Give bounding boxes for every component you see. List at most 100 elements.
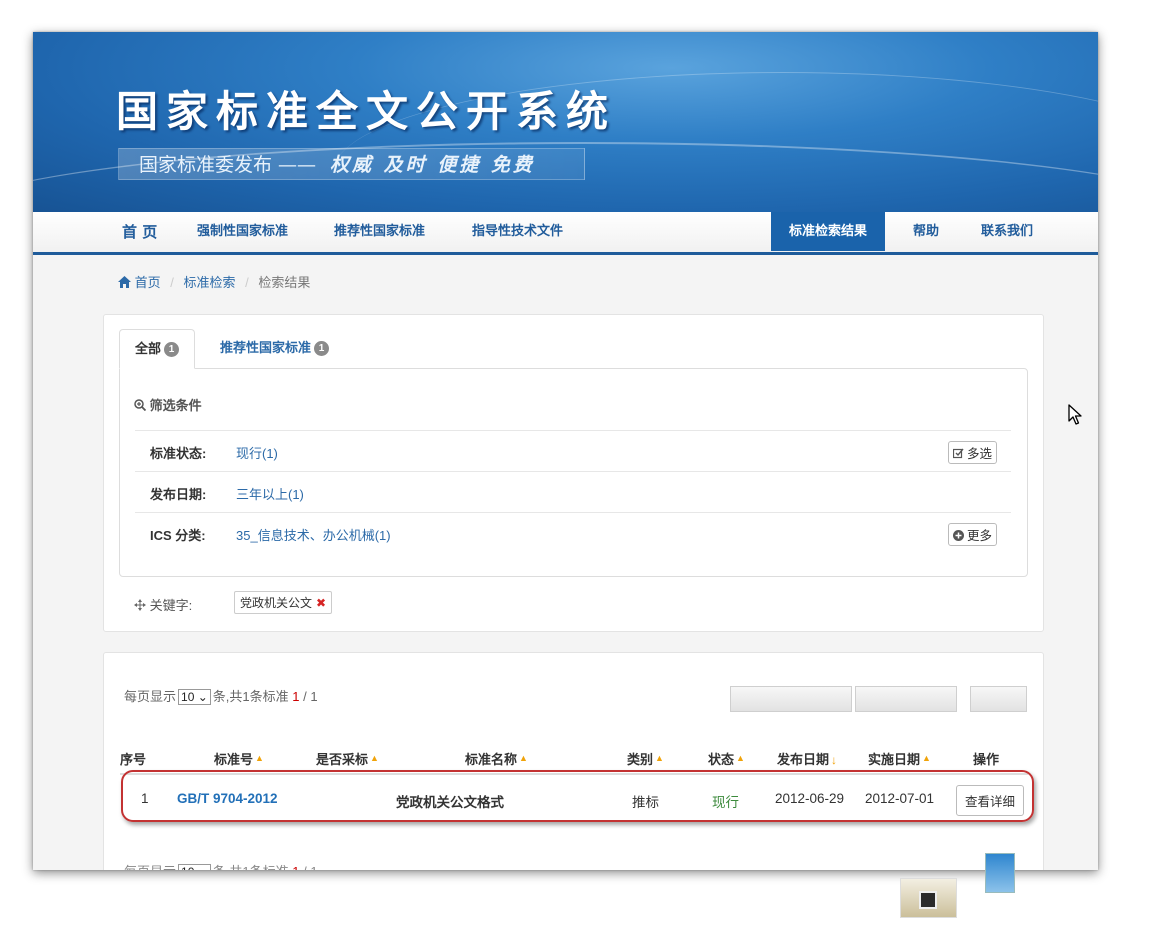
keyword-label-text: 关键字: [149,598,193,613]
filter-panel: 全部 1 推荐性国家标准 1 筛选条件 标准状态: 现行(1) 多选 发布日期:… [103,314,1044,632]
th-name-label: 标准名称 [465,752,518,767]
th-status[interactable]: 状态 ▲ [708,749,745,768]
th-status-label: 状态 [708,752,735,767]
filter-value-over-three-years[interactable]: 三年以上(1) [236,484,304,503]
thumbnail-frame [855,686,957,712]
per-page-value: 10 [181,690,195,704]
tab-recommended-count: 1 [314,341,330,356]
th-effective-date-label: 实施日期 [868,752,921,767]
filter-title-text: 筛选条件 [149,398,202,413]
th-name[interactable]: 标准名称 ▲ [465,749,528,768]
filter-label: 发布日期: [150,487,207,502]
breadcrumb-home[interactable]: 首页 [135,275,161,290]
decorative-window [919,891,937,909]
pager-total: 1 [242,864,249,870]
filter-label: ICS 分类: [150,528,206,543]
th-category-label: 类别 [627,752,654,767]
keyword-tag: 党政机关公文 ✖ [234,591,333,614]
checkbox-edit-icon [952,447,964,461]
pager-sep: / [303,864,307,870]
pager-bottom: 每页显示10 ⌄条,共1条标准 1 / 1 [124,861,318,870]
filter-label: 标准状态: [150,446,207,461]
filter-row-ics: ICS 分类: 35_信息技术、办公机械(1) 更多 [135,512,1011,553]
per-page-select[interactable]: 10 ⌄ [178,864,211,870]
filter-row-publish-date: 发布日期: 三年以上(1) [135,471,1011,512]
tab-all-label: 全部 [135,341,162,356]
row-highlight-annotation [121,770,1034,822]
pagination-thumbnail [730,683,1027,713]
slogan-left: 国家标准委发布 —— [139,154,317,176]
filter-title: 筛选条件 [134,395,202,414]
mouse-cursor-icon [1068,404,1084,431]
tab-all[interactable]: 全部 1 [119,329,196,369]
breadcrumb: 首页 / 标准检索 / 检索结果 [118,272,310,291]
zoom-in-icon [134,398,150,413]
nav-guidance-documents[interactable]: 指导性技术文件 [472,212,563,252]
pager-mid: 条,共 [212,689,243,704]
pager-current[interactable]: 1 [292,864,299,870]
pager-prefix: 每页显示 [124,689,177,704]
th-publish-date[interactable]: 发布日期 ↓ [777,749,837,768]
multi-select-label: 多选 [966,447,992,461]
th-adopted-label: 是否采标 [316,752,369,767]
tab-recommended-label: 推荐性国家标准 [220,340,312,355]
pager-current[interactable]: 1 [292,689,299,704]
keyword-label: 关键字: [134,595,192,614]
pager-total-pages: 1 [310,864,317,870]
site-header: 国家标准全文公开系统 国家标准委发布 —— 权威 及时 便捷 免费 [33,32,1098,212]
pager-suffix: 条标准 [249,689,289,704]
filter-box: 筛选条件 标准状态: 现行(1) 多选 发布日期: 三年以上(1) ICS 分类… [119,368,1028,577]
sort-up-icon: ▲ [370,753,379,763]
pager-total-pages: 1 [310,689,318,704]
plus-circle-icon [952,529,964,543]
nav-search-results[interactable]: 标准检索结果 [771,212,886,251]
main-nav: 首 页 强制性国家标准 推荐性国家标准 指导性技术文件 标准检索结果 帮助 联系… [33,212,1098,255]
nav-home[interactable]: 首 页 [122,212,157,252]
sort-down-icon: ↓ [831,753,838,767]
multi-select-button[interactable]: 多选 [947,441,997,464]
th-code[interactable]: 标准号 ▲ [214,749,264,768]
decorative-image [985,853,1015,893]
remove-keyword-icon[interactable]: ✖ [316,596,326,610]
home-icon[interactable] [118,275,135,290]
more-button[interactable]: 更多 [947,523,997,546]
breadcrumb-current: 检索结果 [258,275,311,290]
keyword-value: 党政机关公文 [240,596,313,610]
site-slogan: 国家标准委发布 —— 权威 及时 便捷 免费 [118,148,585,180]
th-index: 序号 [120,752,147,767]
filter-value-ics-35[interactable]: 35_信息技术、办公机械(1) [236,525,391,544]
sort-up-icon: ▲ [922,753,931,763]
th-effective-date[interactable]: 实施日期 ▲ [868,749,931,768]
thumbnail-frame [970,686,1027,712]
nav-contact[interactable]: 联系我们 [981,212,1033,252]
pager-mid: 条,共 [213,864,243,870]
sort-up-icon: ▲ [255,753,264,763]
decorative-image [900,878,957,918]
pager-prefix: 每页显示 [124,864,176,870]
th-category[interactable]: 类别 ▲ [627,749,664,768]
per-page-value: 10 [181,865,194,870]
chevron-down-icon: ⌄ [198,865,208,870]
pager-suffix: 条标准 [250,864,289,870]
nav-recommended-standards[interactable]: 推荐性国家标准 [334,212,425,252]
breadcrumb-search[interactable]: 标准检索 [184,275,236,290]
th-publish-date-label: 发布日期 [777,752,830,767]
tab-all-count: 1 [164,342,180,357]
slogan-right: 权威 及时 便捷 免费 [330,154,535,176]
pager-total: 1 [242,689,250,704]
site-title: 国家标准全文公开系统 [116,87,617,136]
th-action: 操作 [973,752,1000,767]
breadcrumb-sep: / [170,275,174,290]
sort-up-icon: ▲ [519,753,528,763]
per-page-select[interactable]: 10 ⌄ [178,689,211,705]
nav-help[interactable]: 帮助 [913,212,939,252]
filter-value-current[interactable]: 现行(1) [236,443,278,462]
th-adopted[interactable]: 是否采标 ▲ [316,749,379,768]
tab-recommended[interactable]: 推荐性国家标准 1 [205,329,344,367]
nav-mandatory-standards[interactable]: 强制性国家标准 [197,212,288,252]
chevron-down-icon: ⌄ [197,690,208,704]
pager-top: 每页显示 10 ⌄ 条,共1条标准 1 / 1 [124,686,318,705]
more-label: 更多 [966,529,992,543]
move-icon [134,598,146,613]
breadcrumb-sep: / [245,275,249,290]
